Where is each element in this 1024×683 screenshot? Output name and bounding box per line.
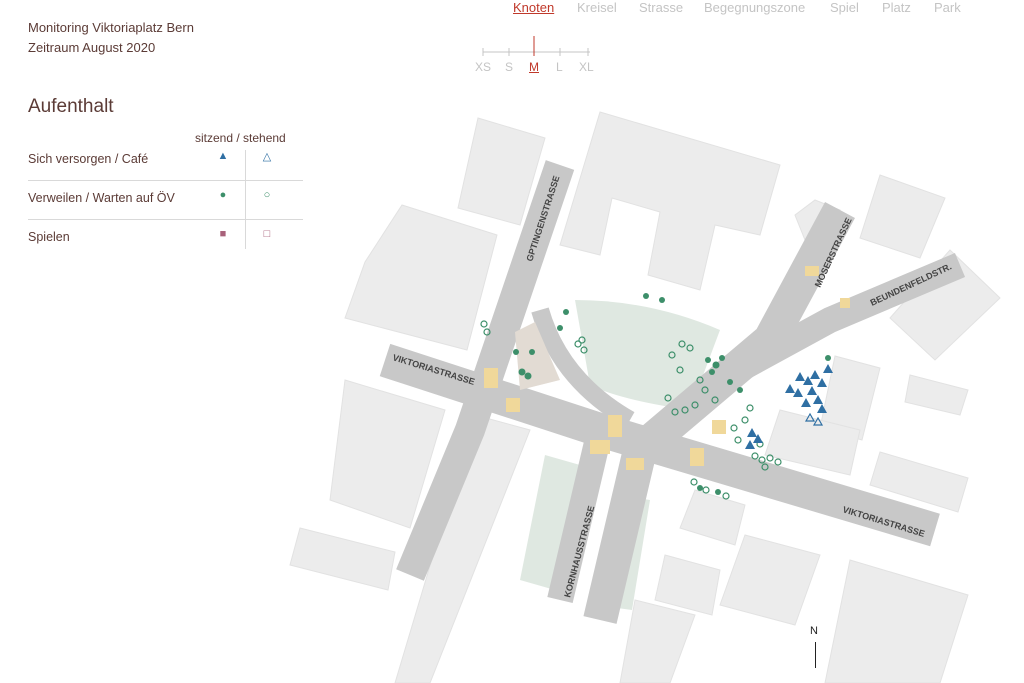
north-label: N [810, 625, 818, 637]
site-map[interactable]: VIKTORIASTRASSE GPTINGENSTRASSE MOSERSTR… [0, 0, 1024, 683]
north-arrow-icon [815, 642, 816, 668]
